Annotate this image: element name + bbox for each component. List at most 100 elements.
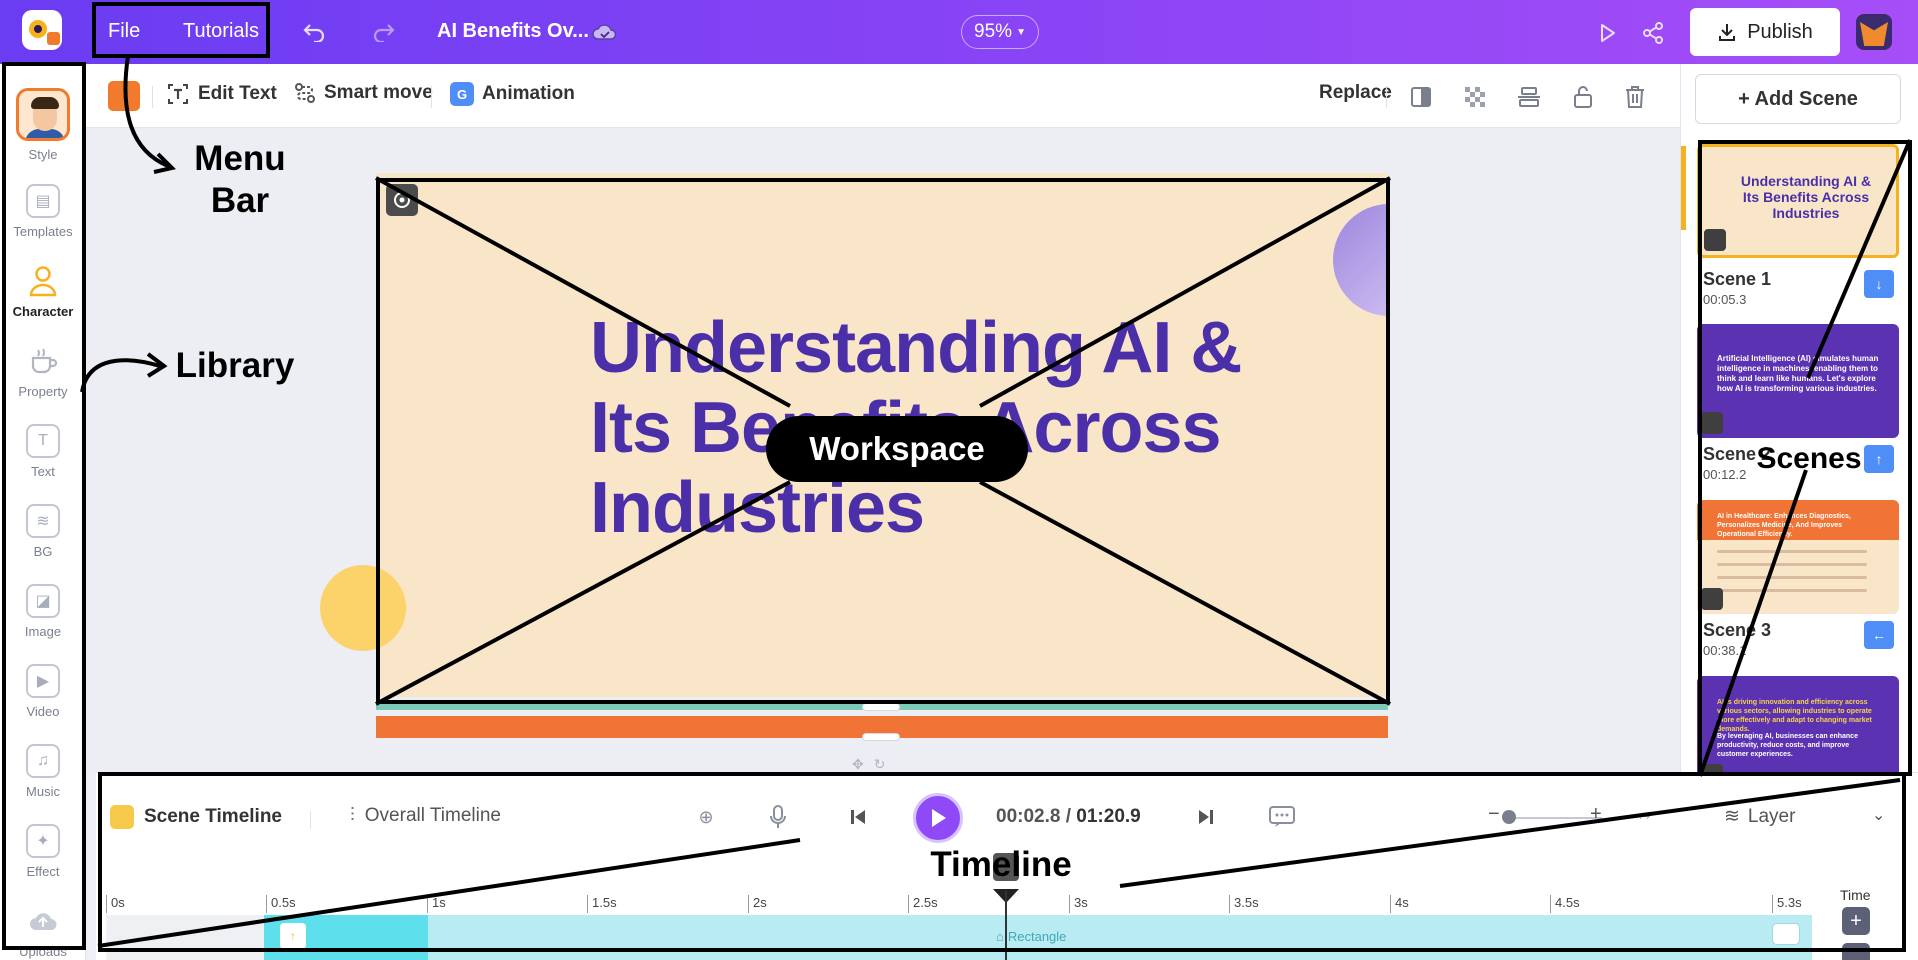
chevron-down-icon[interactable]: ⌄ xyxy=(1872,805,1885,825)
menu-tutorials[interactable]: Tutorials xyxy=(183,20,259,43)
scenes-panel: + Add Scene Understanding AI & Its Benef… xyxy=(1680,64,1918,772)
library-item-style[interactable]: Style xyxy=(0,82,86,162)
property-icon xyxy=(26,344,60,378)
library-item-property[interactable]: Property xyxy=(0,336,86,416)
decorative-circle-yellow[interactable] xyxy=(320,565,406,651)
zoom-select[interactable]: 95% ▼ xyxy=(961,15,1039,49)
lock-icon[interactable] xyxy=(1570,84,1596,110)
floating-controls: ✥ ↻ xyxy=(852,756,885,773)
camera-icon xyxy=(1704,229,1726,251)
resize-handle-bottom[interactable] xyxy=(862,733,900,741)
layers-icon: ≋ xyxy=(1724,806,1740,827)
chevron-down-icon: ▼ xyxy=(1016,26,1026,38)
camera-icon xyxy=(1701,412,1723,434)
timeline-zoom-slider[interactable] xyxy=(1502,817,1602,819)
scene-transition-icon[interactable]: ↑ xyxy=(1864,445,1894,473)
zoom-out-icon[interactable]: − xyxy=(1488,803,1500,826)
animation-icon: G xyxy=(450,82,474,106)
video-icon: ▶ xyxy=(26,664,60,698)
undo-icon[interactable] xyxy=(300,18,328,46)
tab-overall-timeline[interactable]: ⫶ Overall Timeline xyxy=(350,805,501,827)
library-item-image[interactable]: ◪ Image xyxy=(0,576,86,656)
align-icon[interactable] xyxy=(1516,84,1542,110)
library-item-music[interactable]: ♫ Music xyxy=(0,736,86,816)
tab-scene-timeline[interactable]: Scene Timeline xyxy=(110,805,282,829)
publish-button[interactable]: Publish xyxy=(1690,8,1840,56)
user-avatar[interactable] xyxy=(1856,14,1892,50)
scene-thumbnail-3[interactable]: AI in Healthcare: Enhances Diagnostics, … xyxy=(1697,500,1899,614)
library-item-video[interactable]: ▶ Video xyxy=(0,656,86,736)
decorative-circle-purple[interactable] xyxy=(1333,204,1388,316)
playhead[interactable] xyxy=(1005,891,1007,960)
cloud-saved-icon xyxy=(592,20,618,44)
scene-timeline-icon xyxy=(110,805,134,829)
subtitle-icon[interactable] xyxy=(1266,801,1298,833)
library-item-character[interactable]: Character xyxy=(0,256,86,336)
app-logo[interactable] xyxy=(22,10,62,50)
edit-text-button[interactable]: Edit Text xyxy=(166,82,277,106)
flip-icon[interactable] xyxy=(1408,84,1434,110)
library-item-bg[interactable]: ≋ BG xyxy=(0,496,86,576)
character-icon xyxy=(26,264,60,298)
loop-icon[interactable] xyxy=(1772,923,1800,945)
avatar-icon xyxy=(16,88,70,141)
text-icon: T xyxy=(26,424,60,458)
layer-button[interactable]: ≋ Layer xyxy=(1724,805,1795,828)
menu-file[interactable]: File xyxy=(108,20,140,43)
zoom-level: 95% xyxy=(974,21,1013,42)
enter-animation-icon[interactable]: ↑ xyxy=(280,923,306,949)
replace-button[interactable]: Replace xyxy=(1319,82,1392,104)
background-icon: ≋ xyxy=(26,504,60,538)
library-item-templates[interactable]: ▤ Templates xyxy=(0,176,86,256)
annotation-label-menu-bar: Menu Bar xyxy=(194,139,286,220)
remove-time-button[interactable] xyxy=(1842,943,1870,960)
edit-text-icon xyxy=(168,84,188,104)
add-scene-button[interactable]: + Add Scene xyxy=(1695,74,1901,124)
transparency-icon[interactable] xyxy=(1462,84,1488,110)
time-readout: 00:02.8 / 01:20.9 xyxy=(996,806,1141,827)
scene-duration: 00:12.2 xyxy=(1703,467,1747,482)
zoom-in-icon[interactable]: + xyxy=(1590,803,1602,826)
effect-icon: ✦ xyxy=(26,824,60,858)
move-icon[interactable]: ✥ xyxy=(852,756,864,773)
scene-thumbnail-2[interactable]: Artificial Intelligence (AI) simulates h… xyxy=(1697,324,1899,438)
add-time-button[interactable]: + xyxy=(1842,907,1870,935)
track-segment-rectangle[interactable] xyxy=(428,915,1812,960)
add-camera-icon[interactable]: ⊕ xyxy=(690,801,722,833)
upload-icon xyxy=(26,904,60,938)
redo-icon[interactable] xyxy=(370,18,398,46)
skip-back-icon[interactable] xyxy=(842,801,874,833)
microphone-icon[interactable] xyxy=(762,801,794,833)
play-button[interactable] xyxy=(913,793,963,843)
music-icon: ♫ xyxy=(26,744,60,778)
library-item-effect[interactable]: ✦ Effect xyxy=(0,816,86,896)
skip-forward-icon[interactable] xyxy=(1190,801,1222,833)
smart-move-button[interactable]: Smart move xyxy=(294,82,433,104)
camera-icon xyxy=(1701,764,1723,772)
timeline-zoom-knob[interactable] xyxy=(1502,810,1516,824)
trash-icon[interactable] xyxy=(1622,84,1648,110)
camera-icon xyxy=(1701,588,1723,610)
camera-icon[interactable] xyxy=(386,184,418,216)
scene-transition-icon[interactable]: ↓ xyxy=(1864,270,1894,298)
scene-thumbnail-4[interactable]: AI is driving innovation and efficiency … xyxy=(1697,676,1899,772)
rotate-icon[interactable]: ↻ xyxy=(874,756,886,773)
overall-timeline-icon: ⫶ xyxy=(350,805,355,826)
share-icon[interactable] xyxy=(1640,20,1666,46)
smart-move-icon xyxy=(295,83,315,103)
library-sidebar: Style ▤ Templates Character Property T T… xyxy=(0,64,86,960)
timeline-ruler[interactable]: 0s 0.5s 1s 1.5s 2s 2.5s 3s 3.5s 4s 4.5s … xyxy=(96,891,1816,913)
fit-width-icon[interactable]: ↔ xyxy=(1634,803,1654,826)
resize-handle-top[interactable] xyxy=(862,703,900,711)
scene-duration: 00:05.3 xyxy=(1703,292,1747,307)
annotation-label-timeline: Timeline xyxy=(930,845,1072,884)
scene-thumbnail-1[interactable]: Understanding AI & Its Benefits Across I… xyxy=(1697,144,1899,258)
animation-button[interactable]: G Animation xyxy=(450,82,575,106)
library-item-uploads[interactable]: Uploads xyxy=(0,896,86,960)
top-bar: File Tutorials AI Benefits Ov... 95% ▼ P… xyxy=(0,0,1918,64)
preview-play-icon[interactable] xyxy=(1594,20,1620,46)
library-item-text[interactable]: T Text xyxy=(0,416,86,496)
document-title[interactable]: AI Benefits Ov... xyxy=(437,20,589,43)
color-swatch[interactable] xyxy=(108,81,140,111)
scene-transition-icon[interactable]: ← xyxy=(1864,621,1894,649)
